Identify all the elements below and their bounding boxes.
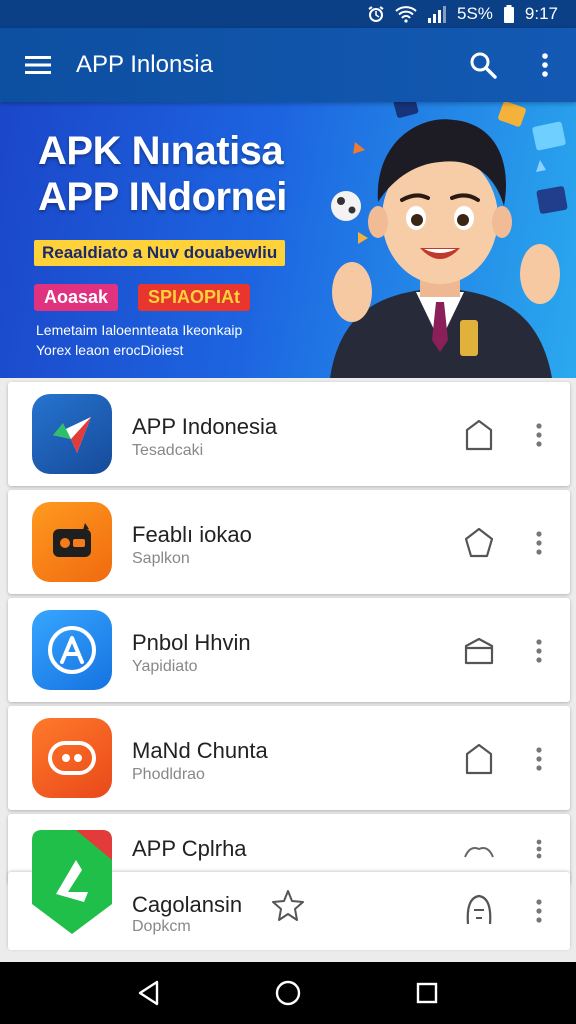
app-list-item[interactable]: APP Indonesia Tesadcaki (8, 382, 570, 486)
app-name: APP Cplrha (132, 836, 247, 861)
app-name: Pnbol Hhvin (132, 630, 251, 655)
signal-icon (427, 5, 447, 23)
paper-plane-icon (32, 394, 112, 474)
app-list-item[interactable]: Pnbol Hhvin Yapidiato (8, 598, 570, 702)
clock: 9:17 (524, 4, 558, 23)
alarm-icon (367, 5, 385, 23)
app-subtitle: Phodldrao (132, 766, 205, 783)
banner-tagline: Reaaldiato a Nuv douabewliu (34, 240, 286, 266)
play-arrow-icon (32, 830, 112, 934)
status-bar: 5S% 9:17 (0, 0, 576, 28)
gamepad-icon (32, 718, 112, 798)
app-name: MaNd Chunta (132, 738, 268, 763)
banner-headline-line1: APK Nınatisa (38, 129, 284, 173)
banner-headline-line2: APP INdornei (38, 175, 287, 219)
system-nav-bar (0, 962, 576, 1024)
battery-percent: 5S% (456, 4, 493, 23)
app-name: Feablı iokao (132, 522, 252, 547)
search-icon[interactable] (452, 28, 514, 102)
more-vert-icon[interactable] (524, 892, 554, 930)
wifi-icon (395, 5, 417, 23)
profile-icon[interactable] (460, 890, 498, 928)
more-vert-icon[interactable] (524, 416, 554, 454)
app-subtitle: Tesadcaki (132, 442, 204, 459)
app-subtitle: Saplkon (132, 550, 190, 567)
app-name: APP Indonesia (132, 414, 278, 439)
home-icon[interactable] (258, 968, 318, 1018)
folder-icon[interactable] (460, 632, 498, 670)
back-icon[interactable] (119, 968, 179, 1018)
cloud-icon[interactable] (460, 832, 498, 870)
recents-icon[interactable] (397, 968, 457, 1018)
more-vert-icon[interactable] (524, 834, 554, 864)
menu-icon[interactable] (0, 28, 76, 102)
banner-description: Lemetaim Ialoennteata Ikeonkaip Yorex le… (36, 320, 242, 360)
star-outline-icon[interactable] (270, 888, 306, 924)
ticket-icon (32, 502, 112, 582)
banner-tag-secondary[interactable]: SPIAOPIAt (138, 284, 251, 311)
app-subtitle: Dopkcm (132, 918, 191, 935)
battery-icon (503, 5, 515, 23)
more-vert-icon[interactable] (514, 28, 576, 102)
app-list-item[interactable]: Feablı iokao Saplkon (8, 490, 570, 594)
app-subtitle: Yapidiato (132, 658, 198, 675)
app-bar: APP Inlonsia (0, 28, 576, 102)
app-list-item[interactable]: MaNd Chunta Phodldrao (8, 706, 570, 810)
bookmark-icon[interactable] (460, 740, 498, 778)
promo-banner[interactable]: APK Nınatisa APP INdornei Reaaldiato a N… (0, 102, 576, 378)
banner-headline: APK Nınatisa APP INdornei (38, 128, 287, 220)
banner-desc-line2: Yorex leaon erocDioiest (36, 342, 184, 358)
banner-desc-line1: Lemetaim Ialoennteata Ikeonkaip (36, 322, 243, 338)
app-title: APP Inlonsia (76, 51, 213, 78)
more-vert-icon[interactable] (524, 524, 554, 562)
star-outline-icon[interactable] (460, 524, 498, 562)
app-store-icon (32, 610, 112, 690)
bookmark-icon[interactable] (460, 416, 498, 454)
more-vert-icon[interactable] (524, 632, 554, 670)
app-name: Cagolansin (132, 892, 243, 917)
banner-tag-primary[interactable]: Aoasak (34, 284, 119, 311)
more-vert-icon[interactable] (524, 740, 554, 778)
